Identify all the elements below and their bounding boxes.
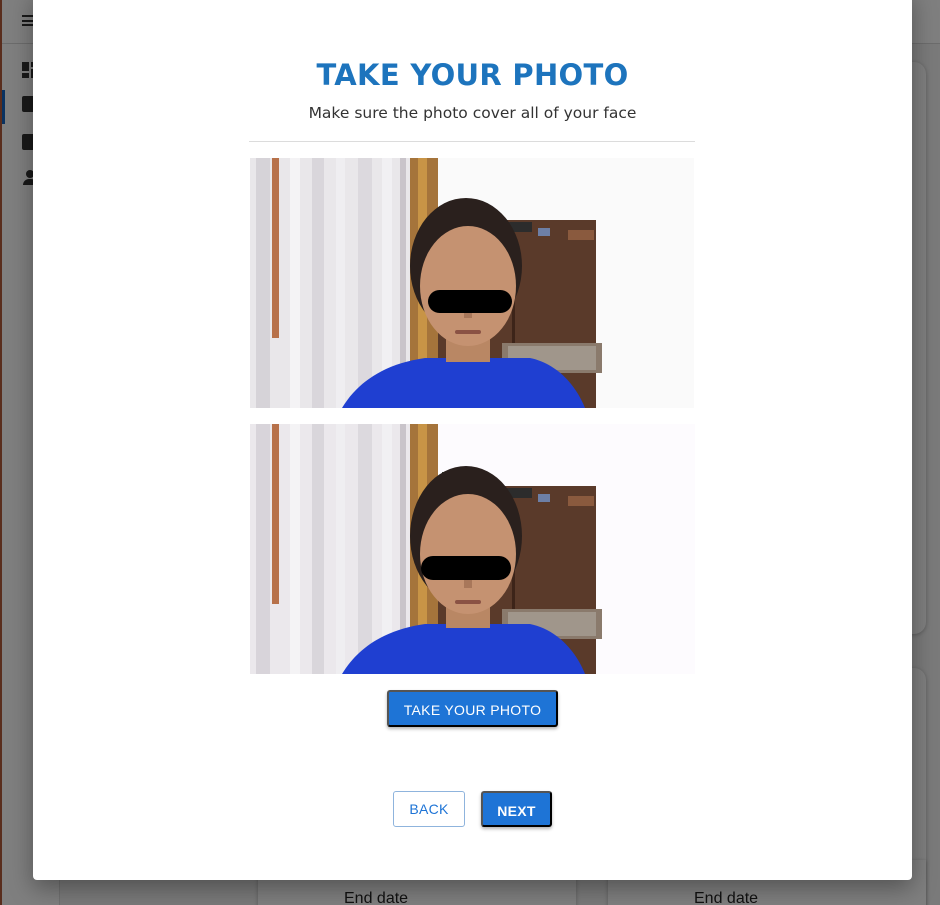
captured-photo xyxy=(250,424,695,674)
dialog-title: TAKE YOUR PHOTO xyxy=(316,58,629,92)
take-photo-dialog: TAKE YOUR PHOTO Make sure the photo cove… xyxy=(33,0,912,880)
camera-preview xyxy=(250,158,694,408)
next-button[interactable]: NEXT xyxy=(481,791,552,827)
divider xyxy=(249,141,695,142)
take-photo-button[interactable]: TAKE YOUR PHOTO xyxy=(387,690,558,727)
back-button[interactable]: BACK xyxy=(393,791,465,827)
dialog-subtitle: Make sure the photo cover all of your fa… xyxy=(308,104,637,122)
